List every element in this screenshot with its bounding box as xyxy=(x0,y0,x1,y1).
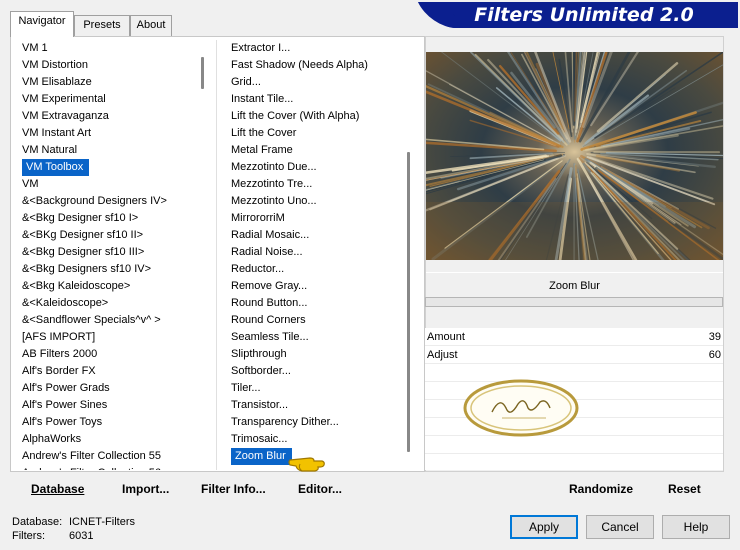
category-item[interactable]: Alf's Power Sines xyxy=(18,397,200,414)
category-item[interactable]: &<Bkg Designers sf10 IV> xyxy=(18,261,200,278)
app-title: Filters Unlimited 2.0 xyxy=(474,4,694,26)
param-label: Amount xyxy=(427,331,465,343)
filter-item[interactable]: Radial Noise... xyxy=(227,244,405,261)
filter-item[interactable]: Metal Frame xyxy=(227,142,405,159)
category-item[interactable]: &<Bkg Designer sf10 III> xyxy=(18,244,200,261)
progress-bar xyxy=(425,297,723,307)
tab-about[interactable]: About xyxy=(130,15,172,36)
category-scroll-thumb[interactable] xyxy=(201,57,204,89)
tab-presets[interactable]: Presets xyxy=(74,15,130,36)
app-title-banner: Filters Unlimited 2.0 xyxy=(430,2,738,28)
filter-item[interactable]: Mezzotinto Uno... xyxy=(227,193,405,210)
filter-item[interactable]: Slipthrough xyxy=(227,346,405,363)
filter-item[interactable]: Fast Shadow (Needs Alpha) xyxy=(227,57,405,74)
category-item[interactable]: VM Distortion xyxy=(18,57,200,74)
category-item[interactable]: &<BKg Designer sf10 II> xyxy=(18,227,200,244)
database-value: ICNET-Filters xyxy=(69,516,135,528)
filter-info-button[interactable]: Filter Info... xyxy=(201,481,266,497)
category-item[interactable]: Andrew's Filter Collection 55 xyxy=(18,448,200,465)
category-item-label: VM Toolbox xyxy=(22,159,90,176)
param-row-adjust[interactable]: Adjust 60 xyxy=(425,346,723,364)
filter-name-label: Zoom Blur xyxy=(426,272,723,298)
filter-item[interactable]: MirrororriM xyxy=(227,210,405,227)
category-item[interactable]: VM Extravaganza xyxy=(18,108,200,125)
category-item[interactable]: Alf's Border FX xyxy=(18,363,200,380)
filter-item[interactable]: Grid... xyxy=(227,74,405,91)
param-value: 60 xyxy=(708,349,721,361)
filter-item[interactable]: Seamless Tile... xyxy=(227,329,405,346)
filters-label: Filters: xyxy=(12,530,45,542)
filter-item-label: Zoom Blur xyxy=(231,448,292,465)
apply-button[interactable]: Apply xyxy=(510,515,578,539)
filter-item[interactable]: Round Corners xyxy=(227,312,405,329)
param-value: 39 xyxy=(708,331,721,343)
filters-count: 6031 xyxy=(69,530,94,542)
category-item[interactable]: Andrew's Filter Collection 56 xyxy=(18,465,200,470)
category-item[interactable]: &<Kaleidoscope> xyxy=(18,295,200,312)
category-item[interactable]: Alf's Power Grads xyxy=(18,380,200,397)
filter-item[interactable]: Transistor... xyxy=(227,397,405,414)
randomize-button[interactable]: Randomize xyxy=(569,481,633,497)
category-item[interactable]: [AFS IMPORT] xyxy=(18,329,200,346)
filter-item[interactable]: Mezzotinto Due... xyxy=(227,159,405,176)
param-row-amount[interactable]: Amount 39 xyxy=(425,328,723,346)
list-divider xyxy=(216,40,217,470)
tab-bar: Navigator Presets About xyxy=(0,0,430,37)
category-item[interactable]: VM xyxy=(18,176,200,193)
filter-item[interactable]: Lift the Cover (With Alpha) xyxy=(227,108,405,125)
param-row-empty xyxy=(425,436,723,454)
category-item[interactable]: &<Background Designers IV> xyxy=(18,193,200,210)
database-button[interactable]: Database xyxy=(31,481,84,497)
category-item[interactable]: VM Instant Art xyxy=(18,125,200,142)
preview-image xyxy=(426,52,723,260)
filter-scrollbar[interactable] xyxy=(407,40,411,470)
filter-list[interactable]: Extractor I... Fast Shadow (Needs Alpha) G… xyxy=(227,40,405,470)
tab-navigator[interactable]: Navigator xyxy=(10,11,74,37)
filter-item[interactable]: Round Button... xyxy=(227,295,405,312)
category-item[interactable]: VM Experimental xyxy=(18,91,200,108)
category-item[interactable]: Alf's Power Toys xyxy=(18,414,200,431)
reset-button[interactable]: Reset xyxy=(668,481,701,497)
category-list[interactable]: VM 1 VM Distortion VM Elisablaze VM Experim… xyxy=(18,40,200,470)
cancel-button[interactable]: Cancel xyxy=(586,515,654,539)
filter-item[interactable]: Mezzotinto Tre... xyxy=(227,176,405,193)
filter-item[interactable]: Instant Tile... xyxy=(227,91,405,108)
category-item[interactable]: VM 1 xyxy=(18,40,200,57)
filter-item[interactable]: Transparency Dither... xyxy=(227,414,405,431)
status-filters: Filters: 6031 xyxy=(12,529,93,543)
help-button[interactable]: Help xyxy=(662,515,730,539)
category-item[interactable]: &<Sandflower Specials^v^ > xyxy=(18,312,200,329)
category-item[interactable]: AlphaWorks xyxy=(18,431,200,448)
category-item[interactable]: AB Filters 2000 xyxy=(18,346,200,363)
category-item[interactable]: VM Toolbox xyxy=(18,159,200,176)
filter-item[interactable]: Extractor I... xyxy=(227,40,405,57)
category-item[interactable]: &<Bkg Designer sf10 I> xyxy=(18,210,200,227)
category-item[interactable]: VM Natural xyxy=(18,142,200,159)
filter-item[interactable]: Reductor... xyxy=(227,261,405,278)
database-label: Database: xyxy=(12,516,63,528)
pointing-hand-icon xyxy=(288,457,325,472)
category-item[interactable]: VM Elisablaze xyxy=(18,74,200,91)
watermark-logo xyxy=(463,379,579,437)
filter-item[interactable]: Softborder... xyxy=(227,363,405,380)
category-scrollbar[interactable] xyxy=(201,40,205,470)
filter-scroll-thumb[interactable] xyxy=(407,152,410,452)
status-database: Database: ICNET-Filters xyxy=(12,515,135,529)
import-button[interactable]: Import... xyxy=(122,481,169,497)
category-item[interactable]: &<Bkg Kaleidoscope> xyxy=(18,278,200,295)
param-label: Adjust xyxy=(427,349,458,361)
filter-item[interactable]: Lift the Cover xyxy=(227,125,405,142)
filter-item[interactable]: Tiler... xyxy=(227,380,405,397)
filter-item[interactable]: Radial Mosaic... xyxy=(227,227,405,244)
filter-item[interactable]: Remove Gray... xyxy=(227,278,405,295)
filter-item[interactable]: Trimosaic... xyxy=(227,431,405,448)
editor-button[interactable]: Editor... xyxy=(298,481,342,497)
